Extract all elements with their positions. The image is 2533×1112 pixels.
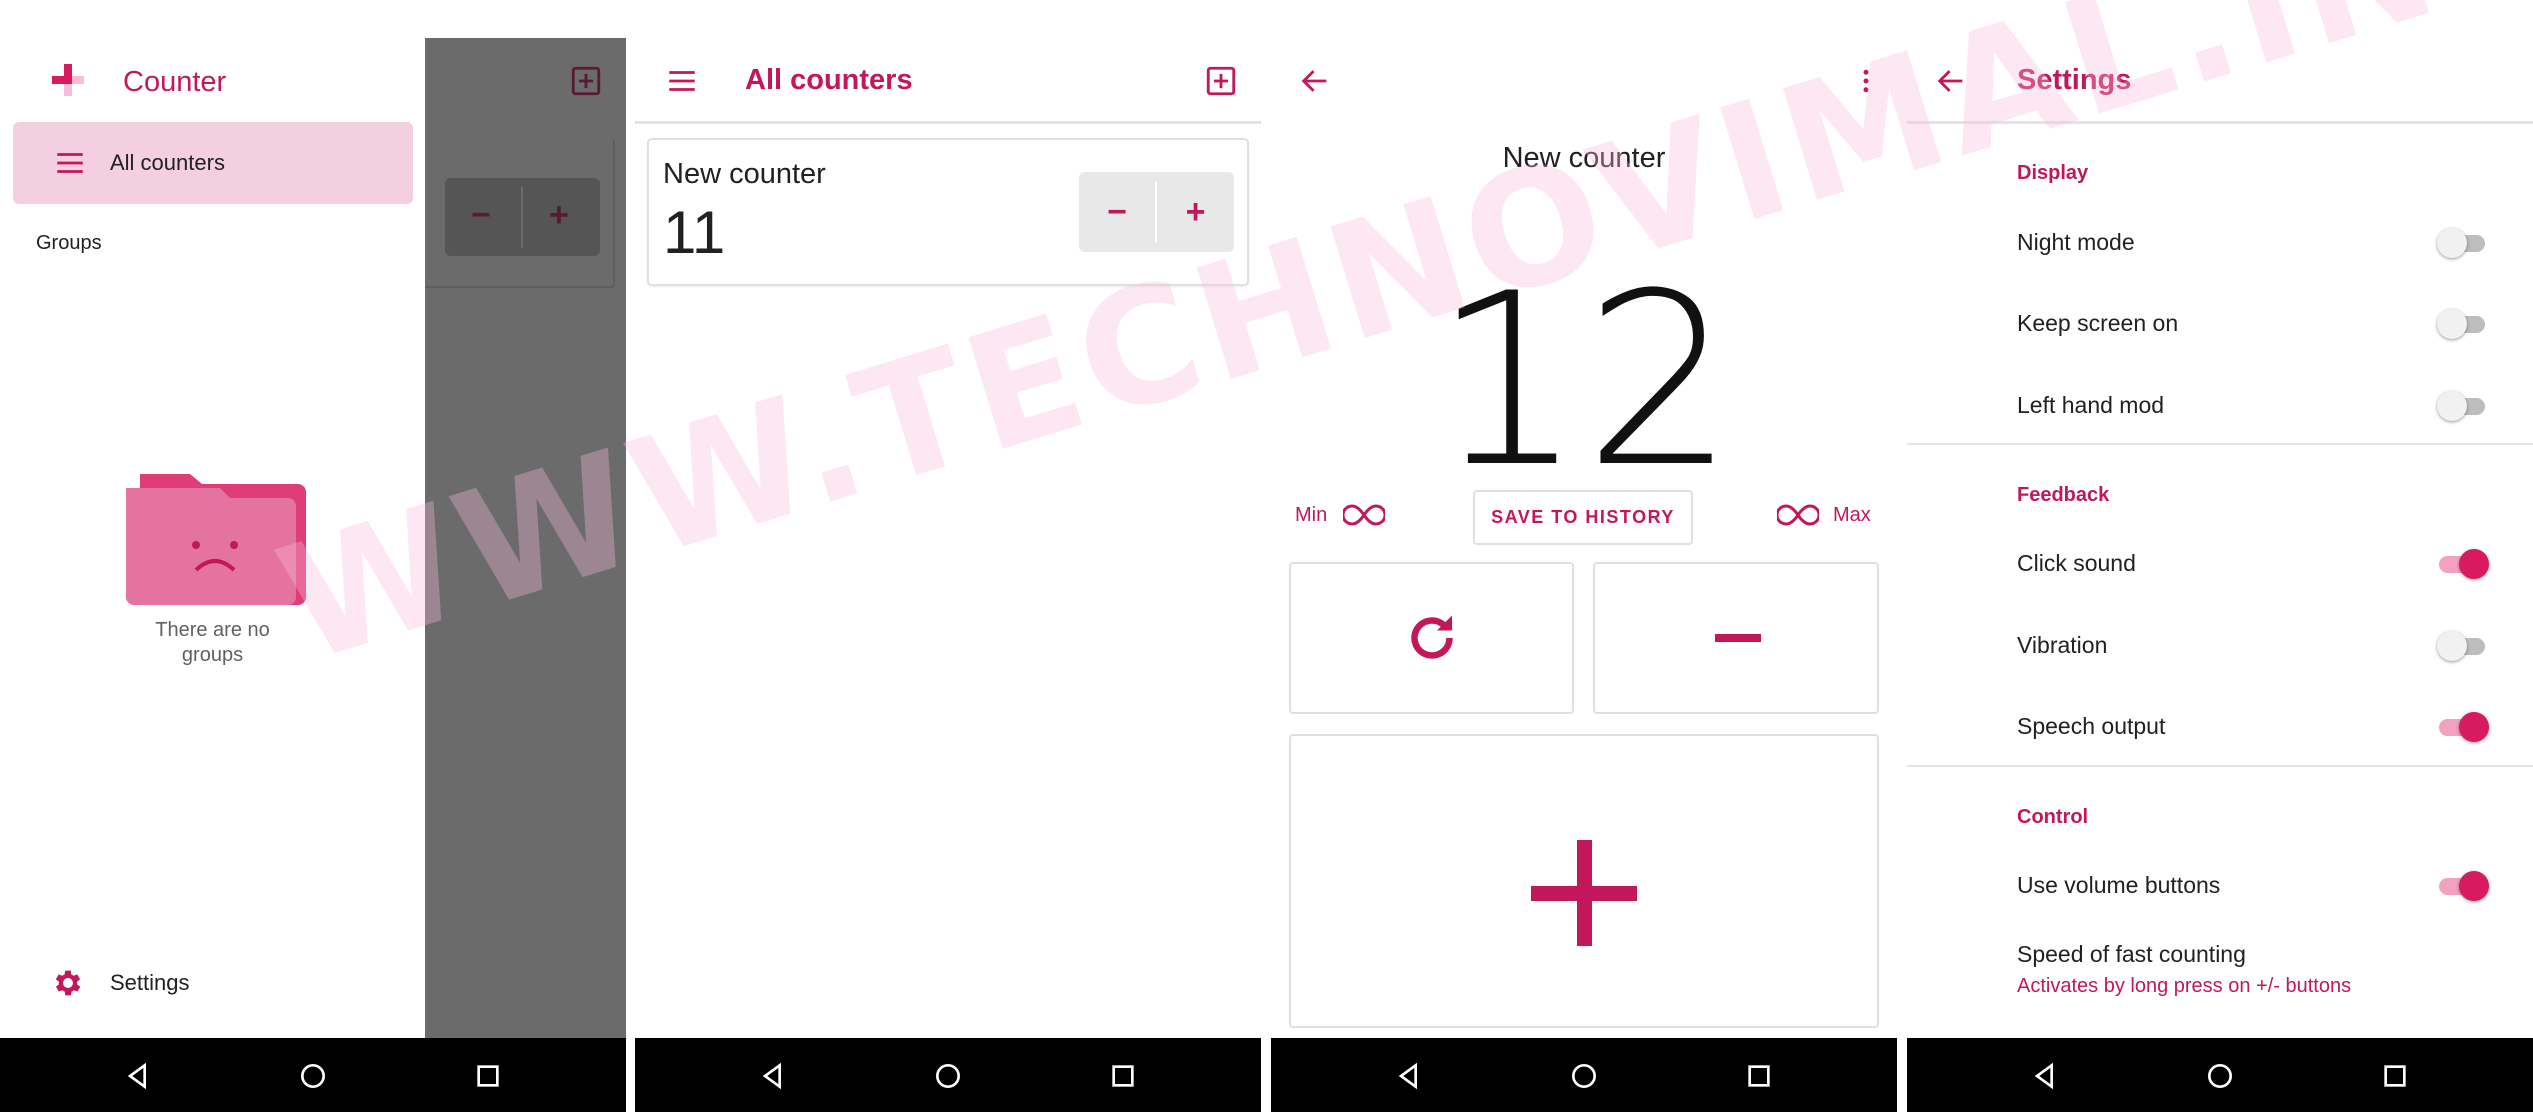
click-sound-label: Click sound [2017, 550, 2136, 576]
night-mode-toggle[interactable] [2437, 225, 2489, 259]
drawer-scrim[interactable]: − + [425, 0, 626, 1038]
fast-counting-setting[interactable]: Speed of fast counting Activates by long… [1907, 935, 2533, 1005]
all-counters-screen: All counters New counter 11 − + [635, 0, 1261, 1112]
sad-folder-icon [122, 470, 306, 605]
nav-home-button[interactable] [2200, 1056, 2240, 1096]
save-to-history-button[interactable]: SAVE TO HISTORY [1473, 490, 1693, 545]
increment-button[interactable]: + [1157, 172, 1234, 252]
nav-recents-button[interactable] [1739, 1056, 1779, 1096]
more-vert-icon[interactable] [1851, 62, 1881, 100]
counter-value: 11 [663, 199, 726, 266]
nav-back-button[interactable] [118, 1056, 158, 1096]
gear-icon [51, 966, 85, 1000]
empty-state-text: There are no groups [0, 618, 425, 668]
panel-separator [1897, 0, 1907, 1112]
counter-name: New counter [663, 158, 826, 190]
arrow-back-icon[interactable] [1931, 62, 1971, 100]
nav-recents-button[interactable] [2375, 1056, 2415, 1096]
behind-plus: + [549, 196, 569, 234]
system-navbar [0, 1038, 626, 1112]
nav-back-button[interactable] [2025, 1056, 2065, 1096]
fast-counting-title: Speed of fast counting [2017, 941, 2246, 967]
infinity-icon [1775, 502, 1821, 528]
settings-label: Settings [110, 970, 190, 995]
nav-recents-button[interactable] [468, 1056, 508, 1096]
app-logo-icon [50, 62, 86, 98]
save-label: SAVE TO HISTORY [1491, 507, 1675, 527]
section-feedback: Feedback [2017, 484, 2110, 506]
counter-card[interactable]: New counter 11 − + [647, 138, 1249, 286]
app-bar: All counters [635, 0, 1261, 124]
divider [1907, 765, 2533, 767]
hamburger-icon [53, 146, 87, 180]
arrow-back-icon[interactable] [1295, 62, 1335, 100]
settings-screen: Settings Display Night mode Keep screen … [1907, 0, 2533, 1112]
use-volume-buttons-toggle[interactable] [2437, 868, 2489, 902]
section-display: Display [2017, 162, 2089, 184]
refresh-icon [1402, 608, 1462, 668]
max-label: Max [1833, 504, 1871, 526]
empty-line-2: groups [181, 644, 244, 666]
drawer-item-all-counters[interactable]: All counters [13, 122, 413, 204]
system-navbar [635, 1038, 1261, 1112]
panel-separator [626, 0, 635, 1112]
speech-output-label: Speech output [2017, 713, 2166, 739]
navigation-drawer: Counter All counters Groups There are no… [0, 0, 425, 1038]
counter-stepper: − + [1079, 172, 1234, 252]
min-label: Min [1295, 504, 1328, 526]
decrement-label: − [1107, 192, 1127, 231]
empty-line-1: There are no [155, 619, 270, 641]
drawer-screen: − + Counter All counters Groups There ar… [0, 0, 626, 1112]
divider [1907, 443, 2533, 445]
hamburger-icon[interactable] [660, 62, 704, 100]
speech-output-toggle[interactable] [2437, 709, 2489, 743]
add-box-icon[interactable] [1201, 62, 1241, 100]
keep-screen-on-label: Keep screen on [2017, 310, 2179, 336]
plus-icon [1531, 840, 1637, 946]
groups-heading: Groups [36, 232, 102, 254]
fast-counting-subtitle: Activates by long press on +/- buttons [2017, 975, 2352, 997]
behind-minus: − [471, 196, 491, 234]
counter-card-behind: − + [425, 138, 615, 288]
counter-big-value: 12 [1432, 243, 1736, 520]
app-bar: Settings [1907, 0, 2533, 124]
use-volume-buttons-label: Use volume buttons [2017, 872, 2221, 898]
page-title: All counters [745, 64, 913, 96]
nav-home-button[interactable] [1564, 1056, 1604, 1096]
panel-separator [1261, 0, 1271, 1112]
nav-recents-button[interactable] [1103, 1056, 1143, 1096]
reset-button[interactable] [1289, 562, 1574, 714]
max-limit-button[interactable]: Max [1775, 500, 1887, 536]
min-limit-button[interactable]: Min [1295, 500, 1405, 536]
nav-back-button[interactable] [1389, 1056, 1429, 1096]
vibration-label: Vibration [2017, 632, 2108, 658]
left-hand-mod-label: Left hand mod [2017, 392, 2165, 418]
page-title: Settings [2017, 64, 2132, 96]
system-navbar [1907, 1038, 2533, 1112]
section-control: Control [2017, 806, 2089, 828]
nav-home-button[interactable] [293, 1056, 333, 1096]
night-mode-label: Night mode [2017, 229, 2135, 255]
drawer-app-name: Counter [123, 66, 227, 98]
keep-screen-on-toggle[interactable] [2437, 306, 2489, 340]
drawer-item-label: All counters [110, 150, 225, 175]
system-navbar [1271, 1038, 1897, 1112]
decrement-button[interactable] [1593, 562, 1879, 714]
counter-title: New counter [1502, 142, 1666, 174]
infinity-icon [1341, 502, 1387, 528]
vibration-toggle[interactable] [2437, 628, 2489, 662]
counter-detail-screen: New counter 12 Min SAVE TO HISTORY Max [1271, 0, 1897, 1112]
minus-icon [1715, 634, 1761, 642]
nav-back-button[interactable] [753, 1056, 793, 1096]
click-sound-toggle[interactable] [2437, 546, 2489, 580]
decrement-button[interactable]: − [1079, 172, 1155, 252]
increment-button[interactable] [1289, 734, 1879, 1028]
add-counter-icon-behind [569, 64, 603, 98]
nav-home-button[interactable] [928, 1056, 968, 1096]
increment-label: + [1185, 192, 1206, 231]
drawer-item-settings[interactable]: Settings [13, 950, 413, 1016]
left-hand-mod-toggle[interactable] [2437, 388, 2489, 422]
